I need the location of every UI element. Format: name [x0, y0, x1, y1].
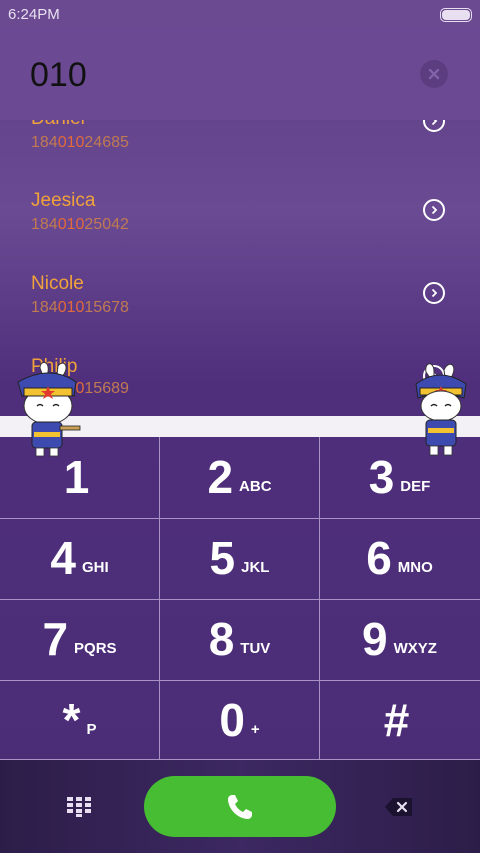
key-digit: 7 — [42, 613, 69, 665]
dial-keypad: 1 2 ABC 3 DEF 4 GHI 5 JKL 6 MNO 7 PQRS 8… — [0, 437, 480, 760]
contact-row[interactable]: Nicole 18401015678 — [0, 269, 480, 351]
action-bar — [0, 760, 480, 853]
status-bar: 6:24PM — [0, 0, 480, 28]
key-digit: 9 — [362, 613, 388, 665]
key-letters: GHI — [81, 558, 109, 576]
key-letters: WXYZ — [393, 639, 437, 657]
key-digit: 0 — [219, 694, 245, 746]
key-digit: 4 — [50, 532, 76, 584]
key-digit: 3 — [368, 451, 395, 503]
key-letters: TUV — [240, 639, 271, 657]
contact-number: 18401025042 — [31, 216, 129, 233]
chevron-right-icon — [431, 205, 438, 215]
contact-detail-button[interactable] — [423, 120, 445, 132]
key-digit: 5 — [209, 532, 236, 584]
key-letters: JKL — [241, 558, 270, 576]
key-4[interactable]: 4 GHI — [0, 518, 159, 598]
key-6[interactable]: 6 MNO — [320, 518, 479, 598]
contact-row[interactable]: Jeesica 18401025042 — [0, 186, 480, 268]
contact-name: Jeesica — [31, 190, 96, 211]
key-letters: DEF — [400, 477, 431, 495]
contact-row[interactable]: Daniel 18401024685 — [0, 120, 480, 184]
key-hash[interactable]: # — [320, 680, 479, 760]
contact-name: Nicole — [31, 273, 84, 294]
key-digit: 8 — [208, 613, 235, 665]
key-letters: PQRS — [74, 639, 117, 657]
chevron-right-icon — [431, 120, 438, 126]
key-9[interactable]: 9 WXYZ — [320, 599, 479, 679]
key-digit: 6 — [366, 532, 392, 584]
contact-number: 18401015678 — [31, 299, 129, 316]
contact-name: Daniel — [31, 120, 85, 130]
clear-button[interactable] — [420, 60, 448, 88]
dialed-number: 010 — [30, 56, 87, 94]
contact-number: 18401024685 — [31, 134, 129, 151]
key-5[interactable]: 5 JKL — [160, 518, 319, 598]
key-0[interactable]: 0 + — [160, 680, 319, 760]
key-digit: # — [383, 694, 410, 746]
key-1[interactable]: 1 — [0, 437, 159, 517]
contact-detail-button[interactable] — [423, 199, 445, 221]
backspace-icon[interactable] — [384, 796, 414, 818]
key-digit: 2 — [207, 451, 234, 503]
contact-detail-button[interactable] — [423, 282, 445, 304]
status-time: 6:24PM — [8, 6, 60, 23]
key-7[interactable]: 7 PQRS — [0, 599, 159, 679]
chevron-right-icon — [431, 288, 438, 298]
key-digit: * — [62, 694, 81, 746]
key-star[interactable]: * P — [0, 680, 159, 760]
key-letters: + — [250, 720, 260, 738]
key-3[interactable]: 3 DEF — [320, 437, 479, 517]
battery-icon — [440, 8, 472, 22]
key-digit: 1 — [63, 451, 90, 503]
key-2[interactable]: 2 ABC — [160, 437, 319, 517]
key-8[interactable]: 8 TUV — [160, 599, 319, 679]
key-letters: MNO — [397, 558, 433, 576]
keypad-grid-icon[interactable] — [66, 796, 92, 818]
key-letters: P — [86, 720, 97, 738]
key-letters: ABC — [239, 477, 272, 495]
dial-header: 010 — [0, 28, 480, 120]
phone-icon — [228, 794, 252, 819]
close-icon — [428, 68, 440, 80]
call-button[interactable] — [144, 776, 336, 837]
